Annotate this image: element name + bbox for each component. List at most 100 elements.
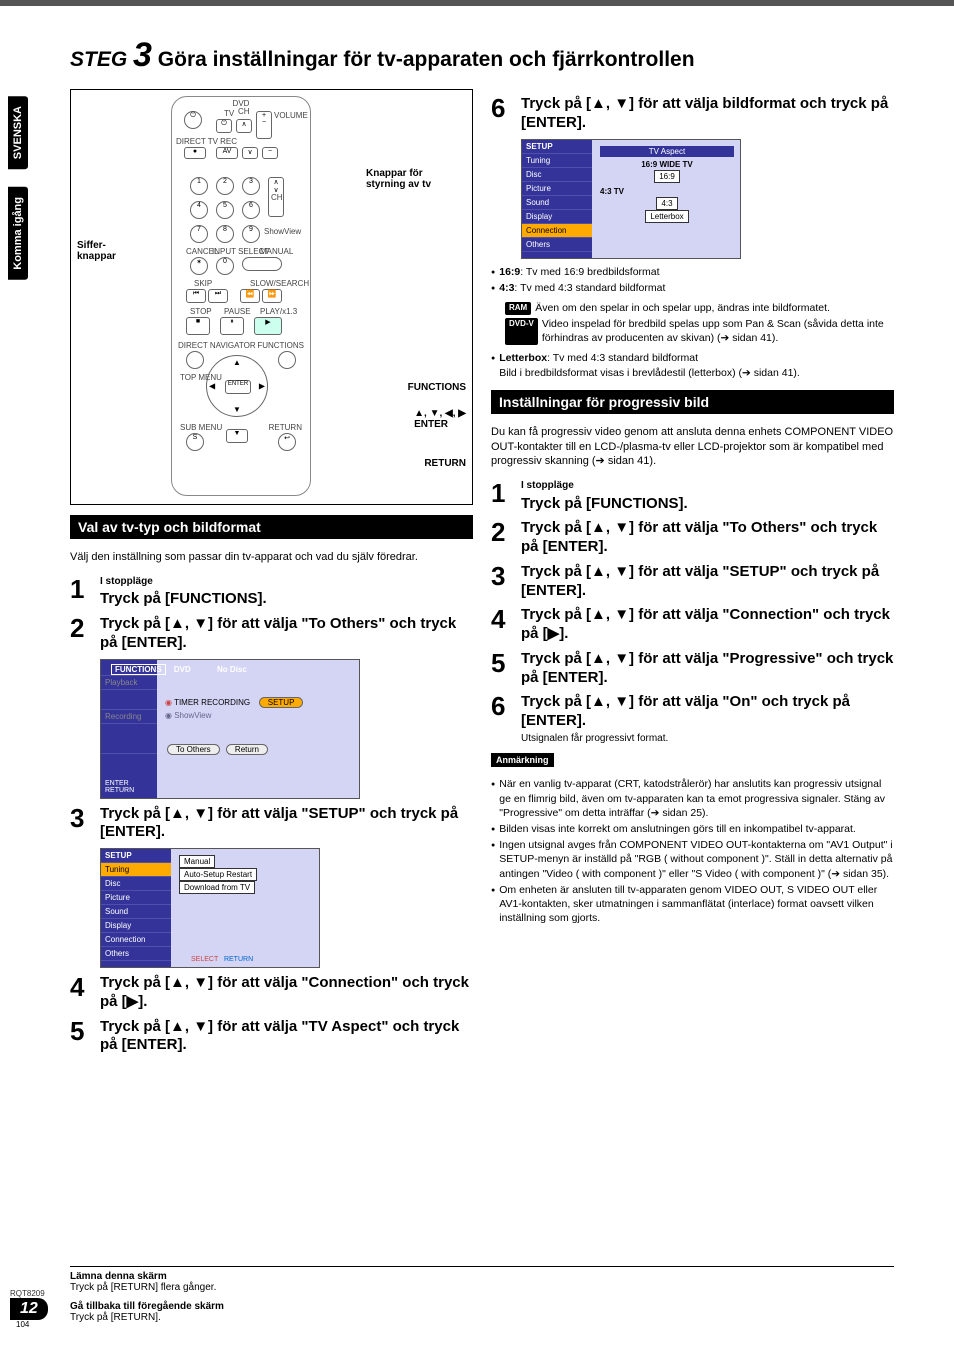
menu3-tuning: Tuning [522, 154, 592, 168]
menu-screenshot-aspect: SETUP Tuning Disc Picture Sound Display … [521, 139, 741, 259]
callout-arrows-enter: ▲, ▼, ◀, ▶ENTER [414, 408, 466, 430]
nav-left[interactable]: ◀ [209, 382, 215, 391]
right-step-4: 4Tryck på [▲, ▼] för att välja "Connecti… [491, 606, 894, 644]
pause-button[interactable]: ⏸ [220, 317, 244, 335]
enter-button[interactable]: ENTER [225, 380, 251, 394]
menu2-select: SELECT [191, 956, 218, 963]
num-7[interactable]: 7 [190, 225, 208, 243]
right-step-6b: 6 Tryck på [▲, ▼] för att välja "On" och… [491, 693, 894, 745]
side-tabs: SVENSKA Komma igång [8, 96, 28, 280]
num-4[interactable]: 4 [190, 201, 208, 219]
menu2-tuning: Tuning [101, 863, 171, 877]
step1-main: Tryck på [FUNCTIONS]. [100, 590, 267, 607]
menu3-picture: Picture [522, 182, 592, 196]
rstep6-note: Utsignalen får progressivt format. [521, 733, 894, 746]
nav-down-2[interactable]: ▼ [226, 429, 248, 443]
num-8[interactable]: 8 [216, 225, 234, 243]
label-showview: ShowView [264, 227, 301, 236]
menu1-functions: FUNCTIONS [111, 664, 166, 675]
label-pause: PAUSE [224, 307, 251, 316]
num-9[interactable]: 9 [242, 225, 260, 243]
menu1-setup: SETUP [259, 697, 304, 708]
right-step-6: 6Tryck på [▲, ▼] för att välja bildforma… [491, 95, 894, 133]
label-play: PLAY/x1.3 [260, 307, 297, 316]
callout-tv-buttons: Knappar förstyrning av tv [366, 168, 466, 190]
ch-down[interactable]: ∨ [242, 147, 258, 159]
label-directnav: DIRECT NAVIGATOR [178, 341, 256, 350]
left-column: Siffer-knappar Knappar förstyrning av tv… [70, 89, 473, 1057]
num-3[interactable]: 3 [242, 177, 260, 195]
tab-language: SVENSKA [8, 96, 28, 169]
manual-skip[interactable] [242, 257, 282, 271]
vol-down[interactable]: − [262, 147, 278, 159]
skip-back[interactable]: ⏮ [186, 289, 206, 303]
rstep1-main: Tryck på [FUNCTIONS]. [521, 495, 688, 512]
left-step-2: 2Tryck på [▲, ▼] för att välja "To Other… [70, 615, 473, 653]
direct-tv-rec[interactable]: ● [184, 147, 206, 159]
menu2-others: Others [101, 947, 171, 961]
callout-functions: FUNCTIONS [408, 382, 466, 393]
menu1-showview: ShowView [174, 711, 211, 720]
left-step-3: 3Tryck på [▲, ▼] för att välja "SETUP" o… [70, 805, 473, 843]
menu3-169: 16:9 [654, 170, 680, 183]
right-step-3: 3Tryck på [▲, ▼] för att välja "SETUP" o… [491, 563, 894, 601]
left-step-1: 1 I stoppläge Tryck på [FUNCTIONS]. [70, 576, 473, 609]
menu2-connection: Connection [101, 933, 171, 947]
menu1-to-others: To Others [167, 744, 220, 755]
return-button[interactable]: ↩ [278, 433, 296, 451]
num-5[interactable]: 5 [216, 201, 234, 219]
menu2-display: Display [101, 919, 171, 933]
menu1-return: Return [226, 744, 268, 755]
label-functions: FUNCTIONS [257, 341, 304, 350]
cancel-button[interactable]: ✶ [190, 257, 208, 275]
num-0[interactable]: 0 [216, 257, 234, 275]
nav-up[interactable]: ▲ [233, 358, 241, 367]
num-2[interactable]: 2 [216, 177, 234, 195]
menu-screenshot-functions: Playback Recording FUNCTIONS DVD No Disc… [100, 659, 360, 799]
nav-right[interactable]: ▶ [259, 382, 265, 391]
menu-screenshot-setup: SETUP Tuning Disc Picture Sound Display … [100, 848, 320, 968]
menu3-43: 4:3 [656, 197, 677, 210]
menu3-43tv: 4:3 TV [600, 187, 734, 196]
menu1-playback: Playback [101, 676, 157, 690]
ch-up[interactable]: ∧ [236, 119, 252, 133]
section-head-tv-type: Val av tv-typ och bildformat [70, 515, 473, 539]
left-step-5: 5Tryck på [▲, ▼] för att välja "TV Aspec… [70, 1018, 473, 1056]
tv-power[interactable]: ⏻ [216, 119, 232, 133]
label-tv: TV [224, 109, 234, 118]
num-6[interactable]: 6 [242, 201, 260, 219]
manual-page: SVENSKA Komma igång STEG 3 Göra inställn… [0, 0, 954, 1351]
power-button[interactable]: ⏻ [184, 111, 202, 129]
menu1-nodisc: No Disc [217, 665, 247, 674]
callout-return: RETURN [424, 458, 466, 469]
menu1-recording: Recording [101, 710, 157, 724]
note-label: Anmärkning [491, 753, 554, 767]
direct-navigator[interactable] [186, 351, 204, 369]
nav-down[interactable]: ▼ [233, 405, 241, 414]
av-button[interactable]: AV [216, 147, 238, 159]
num-1[interactable]: 1 [190, 177, 208, 195]
section1-intro: Välj den inställning som passar din tv-a… [70, 550, 473, 565]
play-button[interactable]: ▶ [254, 317, 282, 335]
menu3-169wide: 16:9 WIDE TV [600, 160, 734, 169]
section-head-progressive: Inställningar för progressiv bild [491, 390, 894, 414]
menu1-dvd: DVD [174, 665, 191, 674]
remote-body: DVD ⏻ TV ⏻ ∧ +− VOLUME CH DIRECT TV REC … [171, 96, 311, 496]
menu2-download: Download from TV [179, 881, 255, 894]
submenu-button[interactable]: S [186, 433, 204, 451]
page-title: STEG 3 Göra inställningar för tv-apparat… [70, 36, 894, 75]
page-footer: Lämna denna skärmTryck på [RETURN] flera… [70, 1266, 894, 1323]
skip-fwd[interactable]: ⏭ [208, 289, 228, 303]
nav-ring[interactable]: ▲ ▼ ◀ ▶ ENTER [206, 355, 268, 417]
search-fwd[interactable]: ⏩ [262, 289, 282, 303]
menu3-aspect: TV Aspect [600, 146, 734, 157]
search-back[interactable]: ⏪ [240, 289, 260, 303]
menu2-return: RETURN [224, 956, 253, 963]
remote-diagram: Siffer-knappar Knappar förstyrning av tv… [70, 89, 473, 505]
functions-button[interactable] [278, 351, 296, 369]
label-directtvrec: DIRECT TV REC [176, 137, 237, 146]
volume[interactable]: +− [256, 111, 272, 139]
menu3-display: Display [522, 210, 592, 224]
stop-button[interactable]: ■ [186, 317, 210, 335]
letterbox-bullet: Letterbox: Tv med 4:3 standard bildforma… [491, 351, 894, 379]
